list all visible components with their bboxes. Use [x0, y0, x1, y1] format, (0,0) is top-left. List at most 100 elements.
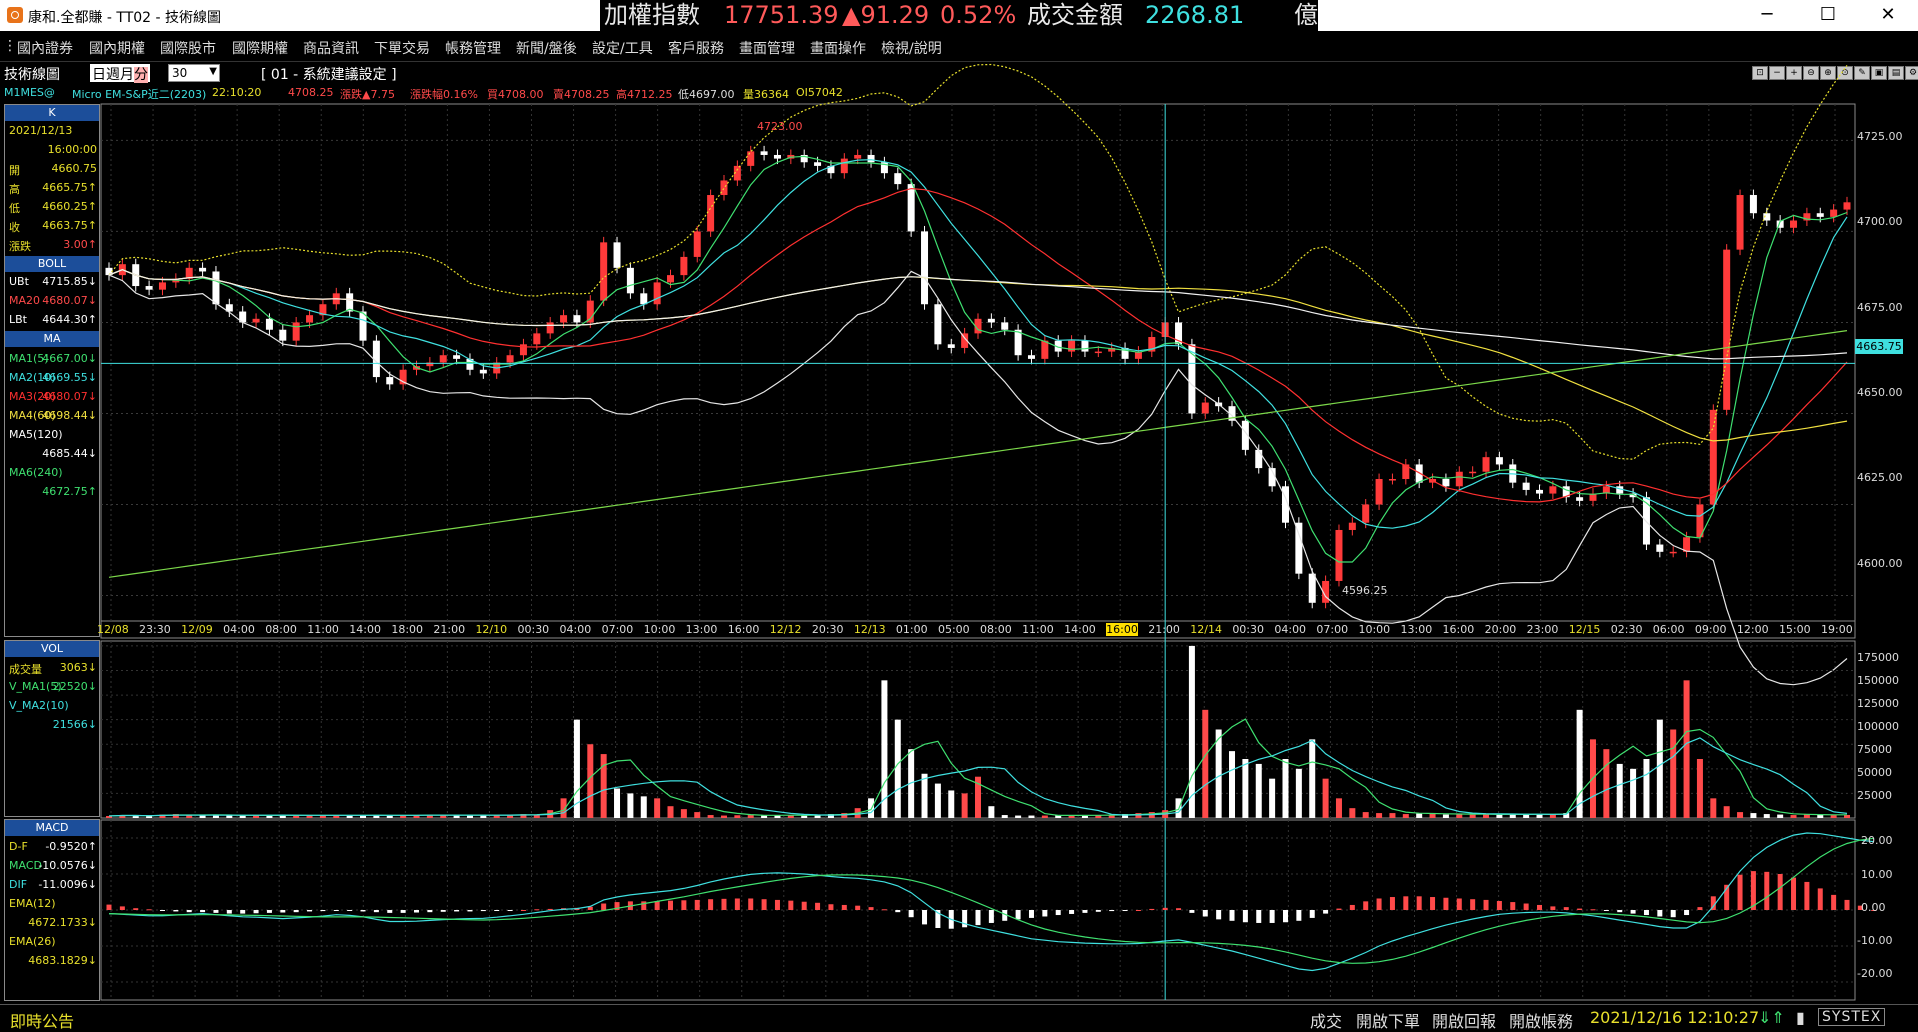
volume-bar [801, 815, 808, 818]
candle-body [600, 242, 608, 301]
macd-osc-bar [253, 910, 259, 914]
macd-osc-bar [467, 910, 473, 912]
signal-icon: ▮ [1796, 1008, 1805, 1027]
candle-body [1362, 504, 1370, 523]
open-report-button[interactable]: 開啟回報 [1432, 1008, 1496, 1032]
candle-body [1749, 195, 1757, 214]
macd-osc-bar [922, 910, 928, 925]
volume-tick-label: 25000 [1857, 789, 1892, 802]
macd-osc-bar [881, 909, 887, 911]
candle-body [439, 355, 447, 363]
macd-osc-bar [681, 900, 687, 910]
announcement-button[interactable]: 即時公告 [10, 1008, 74, 1032]
macd-osc-bar [280, 910, 286, 913]
macd-osc-bar [1282, 910, 1288, 923]
macd-osc-bar [1095, 910, 1101, 912]
volume-bar [948, 790, 955, 818]
candle-body [1455, 471, 1463, 487]
time-tick-label: 00:30 [1232, 623, 1265, 636]
macd-tick-label: -20.00 [1857, 967, 1893, 980]
macd-osc-bar [748, 898, 754, 910]
time-tick-label: 19:00 [1821, 623, 1853, 636]
volume-bar [1469, 814, 1476, 818]
candle-body [1442, 479, 1450, 487]
candle-body [921, 231, 929, 305]
volume-bar [1202, 709, 1209, 818]
time-tick-label: 12/14 [1190, 623, 1222, 636]
candle-body [707, 195, 715, 232]
volume-bar [707, 815, 714, 818]
open-account-button[interactable]: 開啟帳務 [1509, 1008, 1573, 1032]
macd-osc-bar [1389, 897, 1395, 910]
volume-bar [1269, 778, 1276, 818]
macd-osc-bar [240, 910, 246, 914]
volume-tick-label: 75000 [1857, 743, 1892, 756]
status-trade-button[interactable]: 成交 [1310, 1008, 1342, 1032]
open-order-button[interactable]: 開啟下單 [1356, 1008, 1420, 1032]
macd-osc-bar [788, 900, 794, 910]
time-tick-label: 23:00 [1526, 623, 1559, 636]
technical-chart[interactable] [0, 0, 1918, 1004]
candle-body [1001, 322, 1009, 330]
macd-osc-bar [654, 901, 660, 910]
macd-osc-bar [133, 908, 139, 910]
macd-osc-bar [1176, 908, 1182, 910]
macd-osc-bar [1363, 901, 1369, 910]
candle-body [1830, 209, 1838, 217]
candle-body [546, 322, 554, 334]
macd-osc-bar [1550, 906, 1556, 910]
macd-osc-bar [1443, 897, 1449, 910]
candle-body [1375, 479, 1383, 505]
volume-bar [360, 815, 367, 818]
candle-body [1522, 482, 1530, 490]
macd-osc-bar [520, 910, 526, 911]
time-tick-label: 13:00 [1400, 623, 1433, 636]
macd-osc-bar [1296, 910, 1302, 921]
macd-osc-bar [1269, 910, 1275, 923]
candle-body [560, 315, 568, 323]
macd-osc-bar [1162, 907, 1168, 910]
time-tick-label: 10:00 [1358, 623, 1391, 636]
macd-osc-bar [1109, 910, 1115, 912]
time-tick-label: 01:00 [895, 623, 928, 636]
time-tick-label: 07:00 [601, 623, 634, 636]
candle-body [533, 333, 541, 345]
candle-body [252, 318, 260, 323]
volume-bar [1523, 814, 1530, 818]
macd-osc-bar [159, 910, 165, 911]
macd-osc-bar [1791, 877, 1797, 910]
volume-bar [1656, 719, 1663, 818]
macd-osc-bar [1590, 909, 1596, 911]
macd-osc-bar [988, 910, 994, 923]
time-tick-label: 12/10 [475, 623, 508, 636]
volume-tick-label: 100000 [1857, 720, 1899, 733]
macd-osc-bar [1577, 908, 1583, 910]
candle-body [1469, 471, 1477, 474]
time-tick-label: 08:00 [980, 623, 1012, 636]
volume-bar [1322, 778, 1329, 818]
volume-bar [466, 815, 473, 818]
volume-bar [921, 773, 928, 818]
volume-bar [988, 806, 995, 818]
macd-osc-bar [1670, 910, 1676, 918]
macd-dif-line [108, 832, 1874, 972]
macd-osc-bar [1777, 874, 1783, 910]
panel-frame [100, 103, 1856, 622]
macd-tick-label: 10.00 [1861, 868, 1893, 881]
volume-bar [747, 815, 754, 818]
volume-bar [386, 815, 393, 818]
macd-osc-bar [1216, 910, 1222, 920]
macd-osc-bar [1523, 903, 1529, 910]
time-tick-label: 08:00 [265, 623, 297, 636]
time-tick-label: 15:00 [1778, 623, 1811, 636]
price-tick-label: 4600.00 [1857, 557, 1903, 570]
macd-osc-bar [1069, 910, 1075, 914]
macd-osc-bar [1844, 899, 1850, 910]
macd-osc-bar [601, 903, 607, 910]
high-annotation: 4723.00 [757, 120, 803, 133]
macd-osc-bar [440, 910, 446, 912]
candle-body [854, 154, 862, 159]
volume-bar [961, 793, 968, 818]
macd-osc-bar [507, 910, 513, 911]
volume-bar [1429, 813, 1436, 818]
